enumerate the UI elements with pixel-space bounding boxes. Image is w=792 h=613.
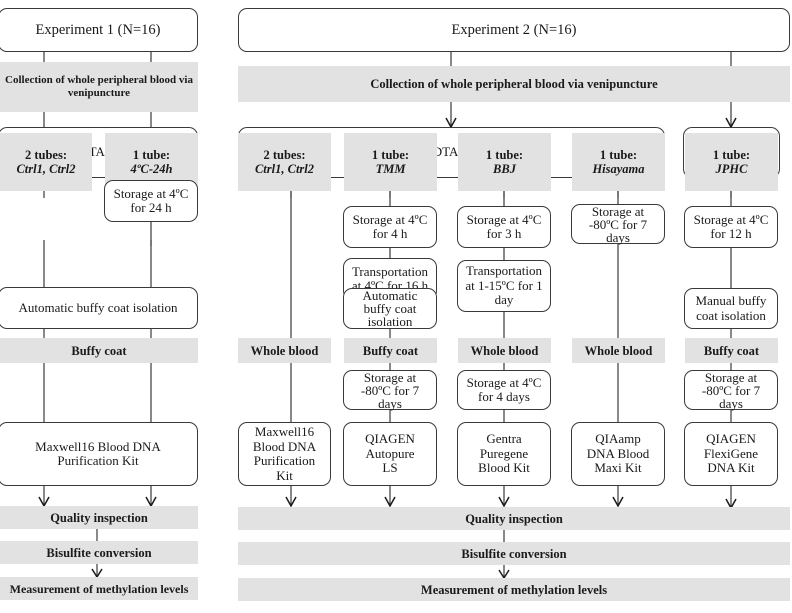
group-name: Hisayama [592, 162, 645, 176]
group-name: TMM [375, 162, 406, 176]
group-count: 2 tubes: [24, 148, 68, 162]
experiment1-group-ctrl: 2 tubes: Ctrl1, Ctrl2 [0, 133, 92, 191]
experiment2-group-jphc: 1 tube: JPHC [685, 133, 778, 191]
experiment2-sample-jphc: Buffy coat [685, 338, 778, 363]
group-name: 4ºC-24h [130, 162, 173, 176]
experiment1-measurement: Measurement of methylation levels [0, 577, 198, 600]
experiment1-storage: Storage at 4ºC for 24 h [104, 180, 198, 222]
group-name: BBJ [493, 162, 516, 176]
group-count: 2 tubes: [263, 148, 306, 162]
group-name: JPHC [715, 162, 748, 176]
kit-tmm: QIAGEN Autopure LS [343, 422, 437, 486]
group-count: 1 tube: [712, 148, 751, 162]
kit-hisayama: QIAamp DNA Blood Maxi Kit [571, 422, 665, 486]
jphc-post-storage: Storage at -80ºC for 7 days [684, 370, 778, 410]
kit-bbj: Gentra Puregene Blood Kit [457, 422, 551, 486]
experiment2-title: Experiment 2 (N=16) [238, 8, 790, 52]
group-count: 1 tube: [485, 148, 524, 162]
bbj-transportation: Transportation at 1-15ºC for 1 day [457, 260, 551, 312]
experiment2-group-hisayama: 1 tube: Hisayama [572, 133, 665, 191]
group-count: 1 tube: [132, 148, 171, 162]
experiment2-group-ctrl: 2 tubes: Ctrl1, Ctrl2 [238, 133, 331, 191]
experiment2-bisulfite: Bisulfite conversion [238, 542, 790, 565]
experiment1-kit: Maxwell16 Blood DNA Purification Kit [0, 422, 198, 486]
group-count: 1 tube: [371, 148, 410, 162]
experiment2-sample-tmm: Buffy coat [344, 338, 437, 363]
kit-ctrl: Maxwell16 Blood DNA Purification Kit [238, 422, 331, 486]
experiment1-sample: Buffy coat [0, 338, 198, 363]
jphc-isolation: Manual buffy coat isolation [684, 288, 778, 329]
experiment2-measurement: Measurement of methylation levels [238, 578, 790, 601]
group-count: 1 tube: [599, 148, 638, 162]
experiment1-isolation: Automatic buffy coat isolation [0, 287, 198, 329]
kit-jphc: QIAGEN FlexiGene DNA Kit [684, 422, 778, 486]
group-name: Ctrl1, Ctrl2 [16, 162, 76, 176]
experiment1-bisulfite: Bisulfite conversion [0, 541, 198, 564]
jphc-storage: Storage at 4ºC for 12 h [684, 206, 778, 248]
experiment2-sample-bbj: Whole blood [458, 338, 551, 363]
experiment2-sample-hisayama: Whole blood [572, 338, 665, 363]
tmm-storage: Storage at 4ºC for 4 h [343, 206, 437, 248]
experiment1-quality: Quality inspection [0, 506, 198, 529]
experiment1-title: Experiment 1 (N=16) [0, 8, 198, 52]
experiment2-sample-ctrl: Whole blood [238, 338, 331, 363]
experiment2-collection: Collection of whole peripheral blood via… [238, 66, 790, 102]
tmm-isolation: Automatic buffy coat isolation [343, 288, 437, 329]
group-name: Ctrl1, Ctrl2 [254, 162, 315, 176]
bbj-storage: Storage at 4ºC for 3 h [457, 206, 551, 248]
experiment2-group-tmm: 1 tube: TMM [344, 133, 437, 191]
experiment2-group-bbj: 1 tube: BBJ [458, 133, 551, 191]
hisayama-storage: Storage at -80ºC for 7 days [571, 204, 665, 244]
bbj-post-storage: Storage at 4ºC for 4 days [457, 370, 551, 410]
experiment1-collection: Collection of whole peripheral blood via… [0, 62, 198, 112]
experiment2-quality: Quality inspection [238, 507, 790, 530]
tmm-post-storage: Storage at -80ºC for 7 days [343, 370, 437, 410]
